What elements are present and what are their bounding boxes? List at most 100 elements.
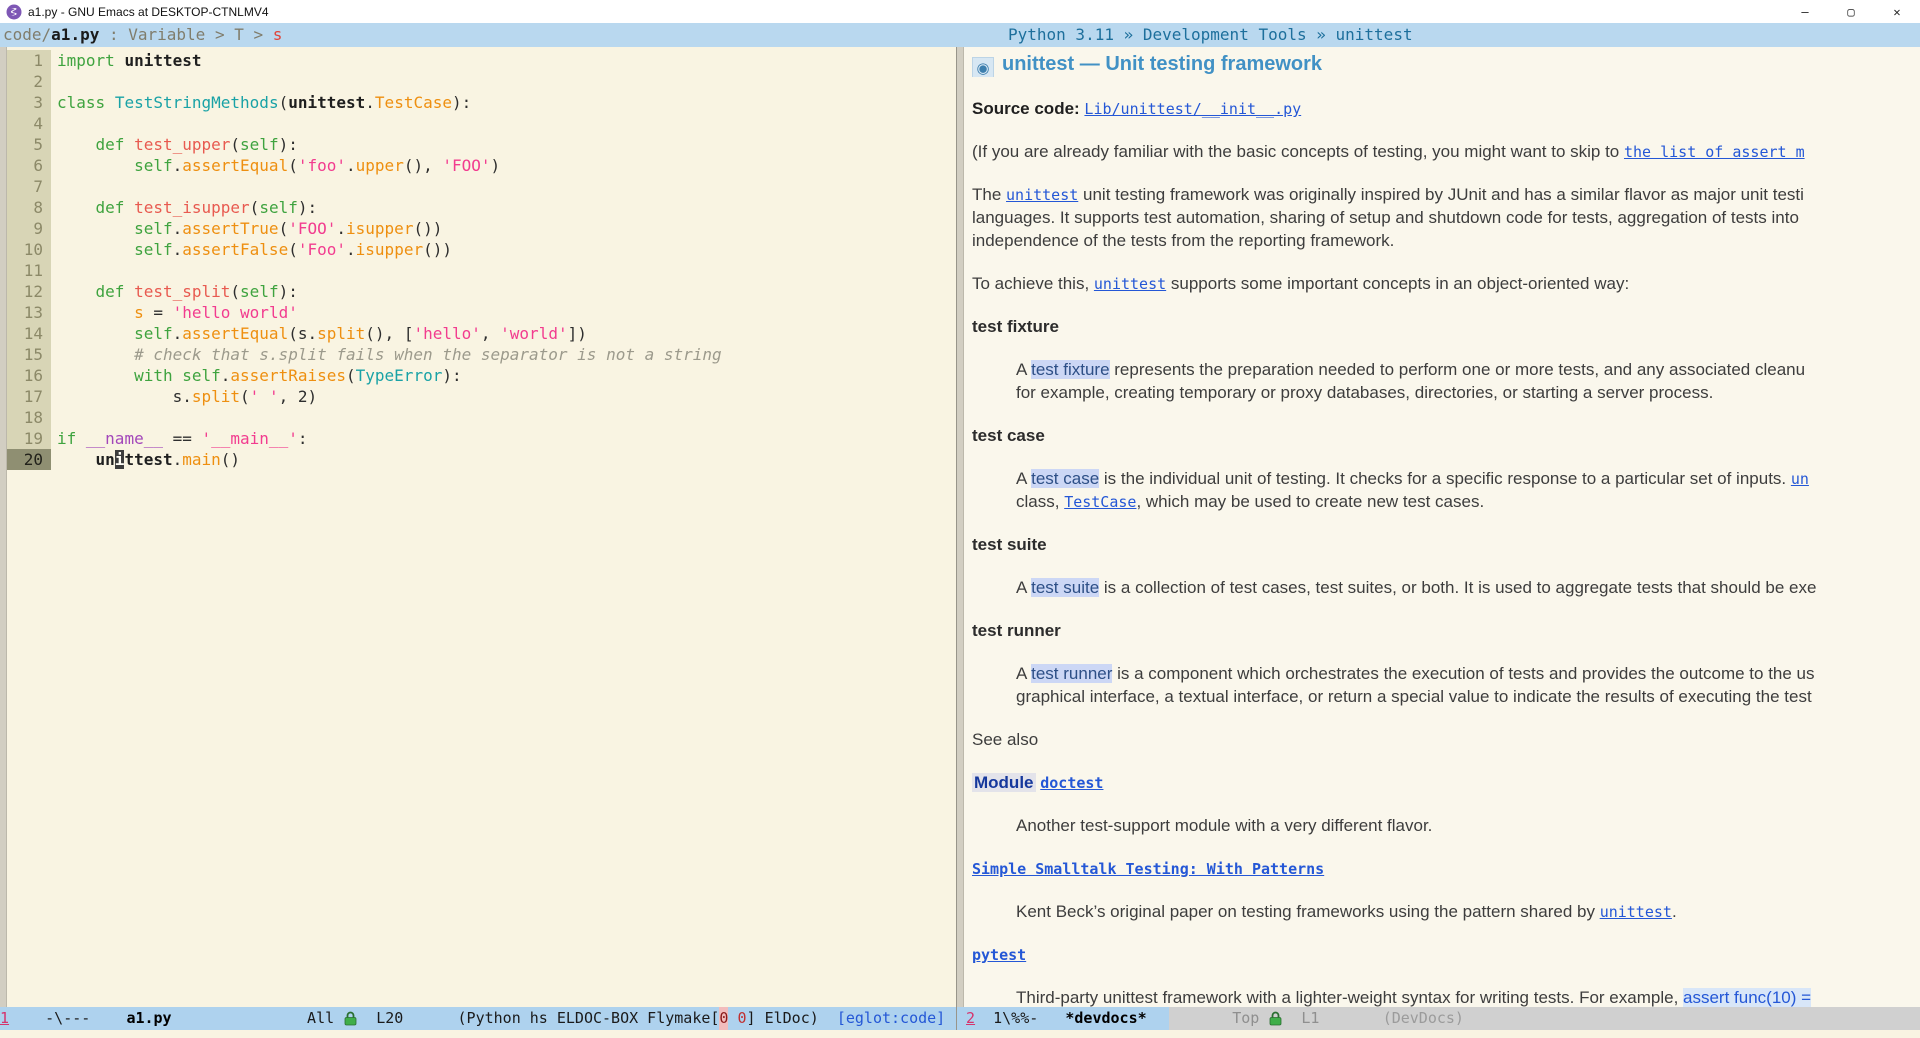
doc-paragraph: Module doctest [972,771,1920,794]
text-segment: . [221,366,231,385]
buffer-name: unittest [288,93,365,112]
text-segment: '__main__' [202,429,298,448]
code-line: 10 self.assertFalse('Foo'.isupper()) [7,239,956,260]
text-segment: self [134,324,173,343]
doc-paragraph: (If you are already familiar with the ba… [972,140,1920,163]
text-segment [57,345,134,364]
text-segment: (), [404,156,443,175]
text-segment: self [134,219,173,238]
doc-link[interactable]: unittest [1006,186,1078,204]
text-segment [728,1007,737,1030]
doc-line: A test fixture represents the preparatio… [1016,358,1920,381]
text-segment: code/ [3,25,51,44]
doc-line: To achieve this, unittest supports some … [972,272,1920,295]
text-segment: A [1016,469,1031,488]
text-cursor: i [115,450,125,469]
buffer-name: un [96,450,115,469]
text-segment: 'FOO' [288,219,336,238]
doc-line: graphical interface, a textual interface… [1016,685,1920,708]
line-number: 8 [7,197,51,218]
code-text: with self.assertRaises(TypeError): [51,365,462,386]
text-segment: class, [1016,492,1064,511]
text-segment: ): [279,282,298,301]
left-scrollbar[interactable] [0,47,7,1007]
text-segment [115,51,125,70]
docs-window[interactable]: ◉unittest — Unit testing frameworkSource… [957,47,1920,1007]
text-segment: is a component which orchestrates the ex… [1112,664,1814,683]
text-segment [957,1007,966,1030]
text-segment: isupper [346,219,413,238]
text-segment: if [57,429,76,448]
code-editor[interactable]: 1import unittest23class TestStringMethod… [7,47,956,1007]
text-segment: import [57,51,115,70]
maximize-button[interactable]: ▢ [1828,0,1874,23]
text-segment: () [221,450,240,469]
text-segment: Third-party unittest framework with a li… [1016,988,1683,1007]
text-segment: ) [491,156,501,175]
text-segment: , [481,324,500,343]
doc-link[interactable]: the list of assert m [1624,143,1805,161]
code-text [51,176,57,197]
line-number: 3 [7,92,51,113]
text-segment: self [134,156,173,175]
doc-link[interactable]: un [1791,470,1809,488]
text-segment [173,366,183,385]
text-segment: ()) [423,240,452,259]
code-text: def test_upper(self): [51,134,298,155]
doc-link[interactable]: Simple Smalltalk Testing: With Patterns [972,860,1324,878]
text-segment: is the individual unit of testing. It ch… [1099,469,1791,488]
header-line: code/a1.py : Variable > T > s Python 3.1… [0,23,1920,47]
line-number: 15 [7,344,51,365]
doc-link[interactable]: pytest [972,946,1026,964]
minimize-button[interactable]: — [1782,0,1828,23]
text-segment: Top [1169,1007,1268,1030]
term-heading: test fixture [972,317,1059,336]
text-segment: (If you are already familiar with the ba… [972,142,1624,161]
doc-link[interactable]: TestCase [1064,493,1136,511]
doc-paragraph: See also [972,728,1920,751]
doc-line: A test runner is a component which orche… [1016,662,1920,685]
text-segment: ): [279,135,298,154]
line-number: 16 [7,365,51,386]
text-segment: = [144,303,173,322]
doc-line: test runner [972,619,1920,642]
doc-paragraph: A test fixture represents the preparatio… [972,358,1920,404]
doc-line: A test suite is a collection of test cas… [1016,576,1920,599]
text-segment: . [173,219,183,238]
doc-title-block: ◉unittest — Unit testing framework [972,51,1920,77]
doc-heading: test suite [972,533,1920,556]
text-segment [57,240,134,259]
code-line: 14 self.assertEqual(s.split(), ['hello',… [7,323,956,344]
doc-link[interactable]: unittest [1600,903,1672,921]
line-number: 14 [7,323,51,344]
term-heading: test case [972,426,1045,445]
doc-link[interactable]: unittest [1094,275,1166,293]
doc-link[interactable]: Lib/unittest/__init__.py [1084,100,1301,118]
text-segment [57,198,96,217]
doc-paragraph: A test suite is a collection of test cas… [972,576,1920,599]
code-text: if __name__ == '__main__': [51,428,307,449]
text-segment: 'FOO' [442,156,490,175]
right-scrollbar[interactable] [957,47,964,1007]
text-segment: Another test-support module with a very … [1016,816,1432,835]
text-segment: represents the preparation needed to per… [1110,360,1806,379]
text-segment: 'hello world' [173,303,298,322]
doc-paragraph: A test runner is a component which orche… [972,662,1920,708]
code-text [51,260,57,281]
highlighted-term: test suite [1031,578,1099,597]
doc-link[interactable]: doctest [1040,774,1103,792]
text-segment: ( [279,219,289,238]
line-number: 13 [7,302,51,323]
code-text: import unittest [51,50,202,71]
buffer-name: a1.py [126,1007,171,1030]
doc-paragraph: A test case is the individual unit of te… [972,467,1920,513]
doc-line: Kent Beck’s original paper on testing fr… [1016,900,1920,923]
code-text: class TestStringMethods(unittest.TestCas… [51,92,471,113]
doc-paragraph: To achieve this, unittest supports some … [972,272,1920,295]
mode-line-right-status: Top L1 (DevDocs) [1169,1007,1920,1030]
text-segment: ()) [413,219,442,238]
code-window[interactable]: 1import unittest23class TestStringMethod… [0,47,956,1007]
text-segment: . [173,156,183,175]
doc-paragraph: Kent Beck’s original paper on testing fr… [972,900,1920,923]
close-button[interactable]: ✕ [1874,0,1920,23]
